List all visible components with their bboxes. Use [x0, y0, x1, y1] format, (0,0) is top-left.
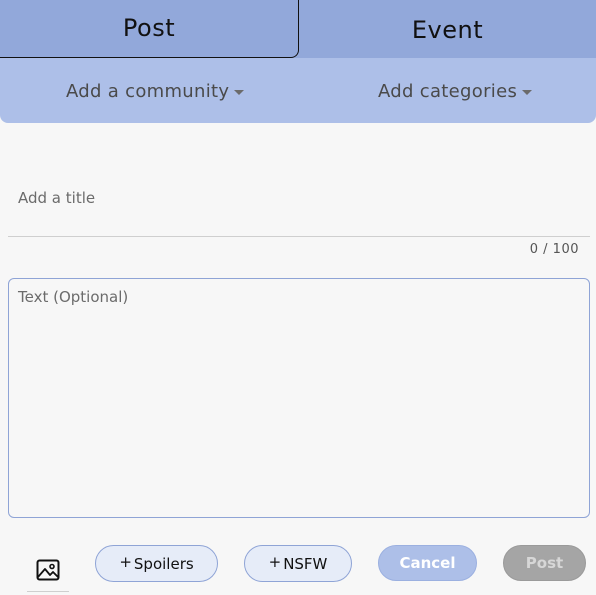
community-dropdown[interactable]: Add a community	[66, 58, 245, 124]
cancel-button[interactable]: Cancel	[378, 545, 477, 581]
create-post-screen: Post Event Add a community Add categorie…	[0, 0, 596, 595]
tab-event[interactable]: Event	[299, 0, 596, 58]
tab-post-label: Post	[122, 13, 176, 42]
caret-down-icon	[522, 89, 533, 95]
community-dropdown-label: Add a community	[66, 80, 230, 102]
add-image-button[interactable]	[27, 548, 69, 592]
body-text-input[interactable]	[8, 278, 590, 518]
nsfw-toggle-button[interactable]: + NSFW	[244, 545, 352, 582]
tab-event-label: Event	[411, 15, 484, 44]
nsfw-label: NSFW	[283, 554, 328, 573]
title-field-container	[8, 170, 590, 237]
caret-down-icon	[234, 89, 245, 95]
image-icon	[36, 559, 60, 580]
categories-dropdown-label: Add categories	[378, 80, 518, 102]
title-input[interactable]	[8, 170, 590, 226]
categories-dropdown[interactable]: Add categories	[378, 58, 533, 124]
tab-post[interactable]: Post	[0, 0, 299, 58]
post-submit-label: Post	[525, 554, 564, 572]
post-submit-button[interactable]: Post	[503, 545, 586, 581]
plus-icon: +	[119, 552, 132, 571]
tab-bar: Post Event	[0, 0, 596, 58]
dropdown-bar: Add a community Add categories	[0, 58, 596, 123]
title-character-counter: 0 / 100	[529, 242, 579, 257]
spoilers-label: Spoilers	[133, 554, 194, 573]
spoilers-toggle-button[interactable]: + Spoilers	[95, 545, 218, 582]
plus-icon: +	[268, 552, 282, 571]
cancel-button-label: Cancel	[399, 554, 456, 572]
